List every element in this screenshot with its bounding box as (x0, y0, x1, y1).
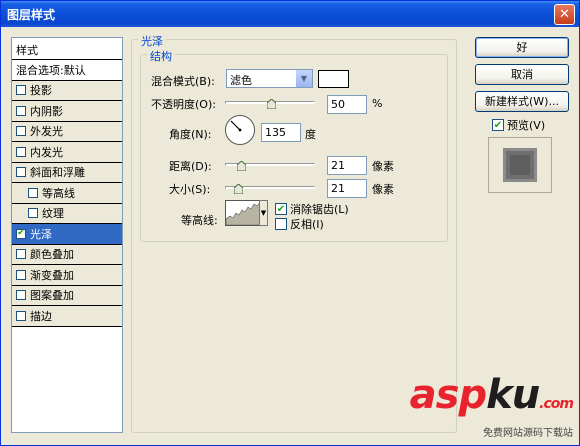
sidebar-item[interactable]: 等高线 (12, 183, 122, 204)
chevron-down-icon[interactable]: ▼ (295, 70, 312, 87)
satin-group: 光泽 结构 混合模式(B): 滤色 ▼ 不透明度(O): 50 % 角度(N): (131, 33, 457, 433)
sidebar-item[interactable]: ✔ 光泽 (12, 224, 122, 245)
checkbox-icon[interactable] (16, 126, 26, 137)
angle-label: 角度(N): (169, 128, 212, 141)
sidebar-item-label: 颜色叠加 (30, 248, 74, 262)
sidebar-item-label: 等高线 (42, 186, 75, 200)
antialias-checkbox[interactable]: ✔ 消除锯齿(L) (275, 201, 349, 217)
style-list: 样式 混合选项:默认投影内阴影外发光内发光斜面和浮雕等高线纹理 ✔ 光泽颜色叠加渐变… (11, 37, 123, 433)
style-list-header[interactable]: 样式 (12, 38, 122, 60)
sidebar-item[interactable]: 投影 (12, 80, 122, 101)
checkbox-icon[interactable] (16, 310, 26, 321)
angle-input[interactable]: 135 (261, 123, 301, 142)
size-input[interactable]: 21 (327, 179, 367, 198)
color-swatch[interactable] (318, 70, 349, 88)
preview-label: 预览(V) (507, 119, 546, 132)
close-button[interactable]: ✕ (554, 4, 575, 25)
opacity-input[interactable]: 50 (327, 95, 367, 114)
checkbox-icon[interactable] (16, 167, 26, 178)
antialias-label: 消除锯齿(L) (290, 203, 349, 216)
angle-unit: 度 (305, 128, 316, 141)
watermark-logo: aspku.com 免费网站源码下载站 (409, 372, 574, 439)
checkbox-icon[interactable] (16, 146, 26, 157)
blend-mode-select[interactable]: 滤色 ▼ (226, 69, 313, 88)
checkbox-icon[interactable] (28, 208, 38, 219)
checkbox-icon[interactable] (16, 290, 26, 301)
sidebar-item[interactable]: 外发光 (12, 121, 122, 142)
distance-label: 距离(D): (169, 160, 212, 173)
sidebar-item[interactable]: 颜色叠加 (12, 244, 122, 265)
blend-mode-value: 滤色 (230, 74, 252, 87)
preview-checkbox[interactable]: ✔ 预览(V) (492, 117, 545, 133)
contour-dropdown-icon[interactable]: ▼ (259, 200, 268, 226)
sidebar-item[interactable]: 图案叠加 (12, 285, 122, 306)
sidebar-item[interactable]: 纹理 (12, 203, 122, 224)
opacity-slider-thumb[interactable] (267, 99, 276, 109)
title-bar: 图层样式 ✕ (1, 1, 579, 27)
sidebar-item[interactable]: 渐变叠加 (12, 265, 122, 286)
invert-box[interactable] (275, 218, 287, 230)
distance-unit: 像素 (372, 160, 394, 173)
checkbox-icon[interactable] (28, 187, 38, 198)
size-unit: 像素 (372, 183, 394, 196)
distance-slider-thumb[interactable] (237, 161, 246, 171)
sidebar-item-label: 斜面和浮雕 (30, 166, 85, 180)
checkbox-icon[interactable] (16, 85, 26, 96)
check-icon[interactable]: ✔ (275, 203, 287, 215)
watermark-brand: aspku.com (409, 372, 574, 418)
watermark-subtitle: 免费网站源码下载站 (483, 428, 573, 439)
blend-mode-label: 混合模式(B): (151, 75, 215, 88)
sidebar-item[interactable]: 描边 (12, 306, 122, 327)
sidebar-item-label: 混合选项:默认 (16, 63, 86, 77)
ok-button[interactable]: 好 (475, 37, 569, 58)
check-icon[interactable]: ✔ (492, 119, 504, 131)
sidebar-item-label: 纹理 (42, 207, 64, 221)
sidebar-item-label: 渐变叠加 (30, 268, 74, 282)
opacity-unit: % (372, 97, 383, 110)
contour-picker[interactable] (225, 200, 261, 226)
size-slider-thumb[interactable] (234, 184, 243, 194)
layer-style-dialog: 图层样式 ✕ 样式 混合选项:默认 投影 内阴影 外发光 内发光 斜面和浮雕 等高线 纹理 ✔ 光… (0, 0, 580, 446)
sidebar-item[interactable]: 内发光 (12, 142, 122, 163)
checkbox-icon[interactable] (16, 105, 26, 116)
sidebar-item-label: 内发光 (30, 145, 63, 159)
distance-input[interactable]: 21 (327, 156, 367, 175)
sidebar-item-label: 图案叠加 (30, 289, 74, 303)
sidebar-item-label: 光泽 (30, 227, 52, 241)
new-style-button[interactable]: 新建样式(W)... (475, 91, 569, 112)
sidebar-item-label: 描边 (30, 309, 52, 323)
sidebar-item-label: 投影 (30, 84, 52, 98)
sidebar-item[interactable]: 内阴影 (12, 101, 122, 122)
window-title: 图层样式 (7, 8, 56, 22)
angle-dial[interactable] (225, 115, 255, 145)
sidebar-item[interactable]: 混合选项:默认 (12, 60, 122, 81)
structure-title: 结构 (147, 48, 175, 64)
sidebar-item[interactable]: 斜面和浮雕 (12, 162, 122, 183)
satin-group-title: 光泽 (138, 33, 166, 49)
structure-group: 结构 混合模式(B): 滤色 ▼ 不透明度(O): 50 % 角度(N): 13 (140, 48, 448, 242)
contour-label: 等高线: (181, 214, 218, 227)
checkbox-checked-icon[interactable]: ✔ (16, 228, 26, 239)
sidebar-item-label: 内阴影 (30, 104, 63, 118)
invert-checkbox[interactable]: 反相(I) (275, 216, 324, 232)
checkbox-icon[interactable] (16, 249, 26, 260)
style-preview (488, 137, 552, 193)
cancel-button[interactable]: 取消 (475, 64, 569, 85)
invert-label: 反相(I) (290, 218, 324, 231)
sidebar-item-label: 外发光 (30, 125, 63, 139)
opacity-label: 不透明度(O): (151, 98, 216, 111)
checkbox-icon[interactable] (16, 269, 26, 280)
size-label: 大小(S): (169, 183, 211, 196)
